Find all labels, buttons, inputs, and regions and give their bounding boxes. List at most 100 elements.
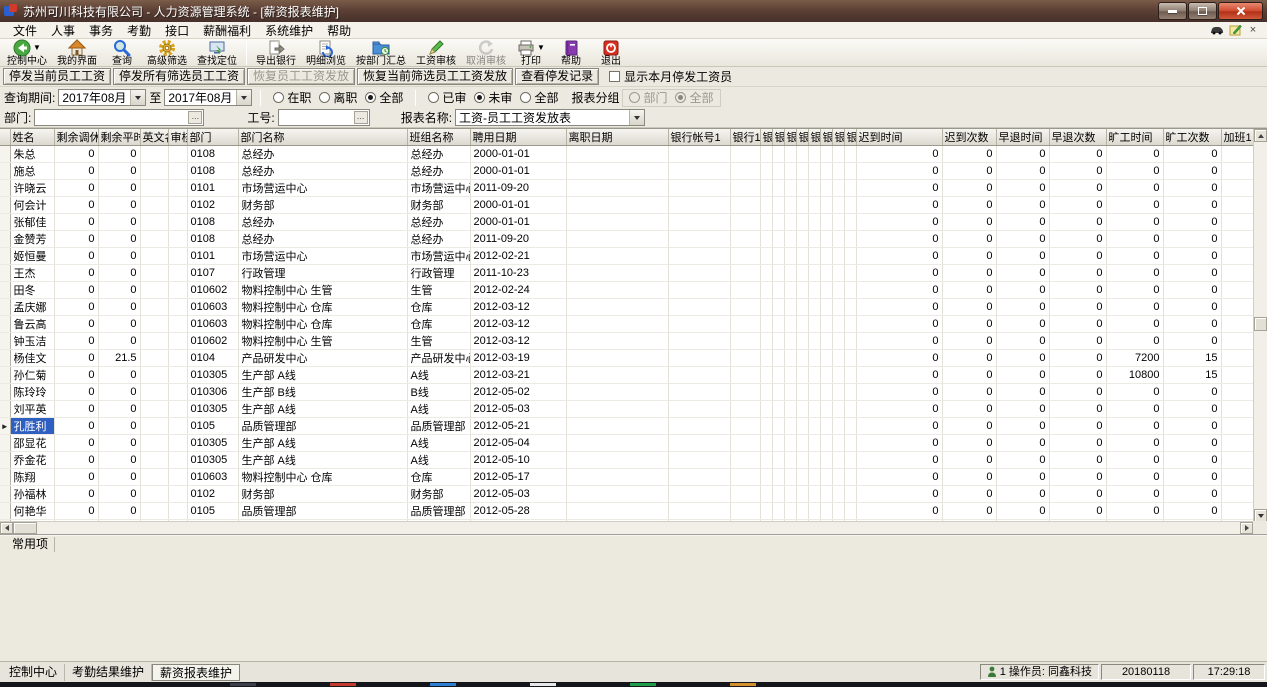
table-cell[interactable] bbox=[784, 248, 796, 265]
table-cell[interactable]: 0 bbox=[98, 299, 140, 316]
table-cell[interactable]: 0 bbox=[996, 180, 1049, 197]
table-cell[interactable]: 品质管理部 bbox=[407, 418, 470, 435]
table-cell[interactable] bbox=[168, 146, 187, 163]
table-cell[interactable]: 0 bbox=[942, 401, 996, 418]
table-cell[interactable]: 2000-01-01 bbox=[470, 214, 566, 231]
table-cell[interactable] bbox=[140, 231, 168, 248]
table-cell[interactable]: 生管 bbox=[407, 282, 470, 299]
column-header-lateN[interactable]: 迟到次数 bbox=[942, 129, 996, 146]
table-cell[interactable] bbox=[808, 282, 820, 299]
toolbar-button-magnifier[interactable]: 查询 bbox=[102, 40, 142, 67]
table-cell[interactable] bbox=[760, 418, 772, 435]
table-cell[interactable]: 0 bbox=[856, 503, 942, 520]
table-cell[interactable]: 0 bbox=[1163, 452, 1221, 469]
table-cell[interactable] bbox=[760, 333, 772, 350]
open-view-tab-薪资报表维护[interactable]: 薪资报表维护 bbox=[152, 664, 240, 681]
table-cell[interactable] bbox=[796, 435, 808, 452]
table-cell[interactable] bbox=[566, 401, 668, 418]
radio-全部[interactable]: 全部 bbox=[365, 89, 403, 106]
table-cell[interactable] bbox=[1221, 146, 1253, 163]
column-header-b2[interactable]: 银 bbox=[772, 129, 784, 146]
table-cell[interactable] bbox=[832, 452, 844, 469]
table-cell[interactable]: 0 bbox=[1049, 367, 1106, 384]
table-cell[interactable] bbox=[730, 282, 760, 299]
table-cell[interactable] bbox=[140, 265, 168, 282]
table-cell[interactable]: 2012-05-02 bbox=[470, 384, 566, 401]
table-cell[interactable]: 0 bbox=[54, 452, 98, 469]
table-cell[interactable]: 0 bbox=[1049, 214, 1106, 231]
table-cell[interactable]: 2012-03-12 bbox=[470, 333, 566, 350]
table-cell[interactable] bbox=[820, 248, 832, 265]
table-cell[interactable]: 2012-05-17 bbox=[470, 469, 566, 486]
table-cell[interactable] bbox=[730, 299, 760, 316]
table-cell[interactable]: 金赞芳 bbox=[10, 231, 54, 248]
table-cell[interactable] bbox=[760, 350, 772, 367]
table-cell[interactable]: 0 bbox=[98, 503, 140, 520]
table-cell[interactable]: 0 bbox=[996, 197, 1049, 214]
table-cell[interactable]: 0 bbox=[856, 231, 942, 248]
radio-icon[interactable] bbox=[319, 92, 330, 103]
table-cell[interactable] bbox=[1221, 503, 1253, 520]
table-cell[interactable]: 0 bbox=[856, 146, 942, 163]
table-cell[interactable] bbox=[566, 469, 668, 486]
table-cell[interactable] bbox=[1221, 265, 1253, 282]
table-cell[interactable]: 0 bbox=[996, 299, 1049, 316]
table-cell[interactable]: 0 bbox=[1106, 146, 1163, 163]
column-header-b1[interactable]: 银 bbox=[760, 129, 772, 146]
table-cell[interactable]: 0 bbox=[1163, 282, 1221, 299]
table-cell[interactable] bbox=[668, 265, 730, 282]
table-cell[interactable]: 0 bbox=[996, 265, 1049, 282]
column-header-b6[interactable]: 银 bbox=[820, 129, 832, 146]
table-cell[interactable] bbox=[566, 231, 668, 248]
table-cell[interactable]: 物料控制中心 生管 bbox=[238, 333, 407, 350]
column-header-bankAcc[interactable]: 银行帐号1 bbox=[668, 129, 730, 146]
table-cell[interactable] bbox=[566, 180, 668, 197]
table-cell[interactable] bbox=[1221, 163, 1253, 180]
edit-note-icon[interactable] bbox=[1227, 24, 1243, 37]
table-cell[interactable] bbox=[844, 265, 856, 282]
table-cell[interactable]: 0 bbox=[1049, 435, 1106, 452]
table-cell[interactable]: 0 bbox=[1163, 231, 1221, 248]
minimize-button[interactable] bbox=[1158, 2, 1187, 20]
table-cell[interactable] bbox=[844, 384, 856, 401]
table-cell[interactable]: 2012-05-10 bbox=[470, 452, 566, 469]
table-cell[interactable] bbox=[820, 452, 832, 469]
table-cell[interactable]: 0 bbox=[996, 146, 1049, 163]
table-cell[interactable] bbox=[784, 299, 796, 316]
table-cell[interactable]: 0 bbox=[1163, 469, 1221, 486]
table-cell[interactable] bbox=[1221, 486, 1253, 503]
action-button-1[interactable]: 停发所有筛选员工工资 bbox=[113, 68, 245, 85]
toolbar-button-export-doc[interactable]: 导出银行 bbox=[251, 40, 301, 67]
table-cell[interactable] bbox=[772, 299, 784, 316]
table-cell[interactable]: 0 bbox=[856, 282, 942, 299]
table-cell[interactable] bbox=[730, 384, 760, 401]
table-cell[interactable]: 总经办 bbox=[238, 214, 407, 231]
table-cell[interactable] bbox=[796, 401, 808, 418]
table-cell[interactable] bbox=[1221, 282, 1253, 299]
row-indicator[interactable] bbox=[0, 146, 10, 163]
table-cell[interactable]: 0 bbox=[1163, 197, 1221, 214]
table-cell[interactable] bbox=[784, 231, 796, 248]
table-cell[interactable]: 生产部 A线 bbox=[238, 452, 407, 469]
table-cell[interactable]: 0 bbox=[54, 214, 98, 231]
table-cell[interactable] bbox=[820, 418, 832, 435]
table-cell[interactable] bbox=[168, 333, 187, 350]
table-cell[interactable]: 0 bbox=[98, 163, 140, 180]
table-cell[interactable] bbox=[566, 367, 668, 384]
table-cell[interactable]: 0 bbox=[996, 503, 1049, 520]
row-indicator[interactable] bbox=[0, 197, 10, 214]
table-cell[interactable]: 0 bbox=[1049, 503, 1106, 520]
table-cell[interactable] bbox=[668, 384, 730, 401]
table-cell[interactable]: 市场营运中心 bbox=[407, 180, 470, 197]
table-cell[interactable] bbox=[808, 384, 820, 401]
table-cell[interactable] bbox=[168, 248, 187, 265]
table-cell[interactable]: 0 bbox=[54, 384, 98, 401]
table-cell[interactable] bbox=[168, 435, 187, 452]
table-cell[interactable]: 0 bbox=[98, 367, 140, 384]
table-cell[interactable] bbox=[168, 316, 187, 333]
row-indicator[interactable] bbox=[0, 401, 10, 418]
table-cell[interactable]: 0 bbox=[98, 231, 140, 248]
table-cell[interactable] bbox=[140, 282, 168, 299]
table-cell[interactable]: 0 bbox=[942, 469, 996, 486]
table-cell[interactable]: 0 bbox=[996, 435, 1049, 452]
